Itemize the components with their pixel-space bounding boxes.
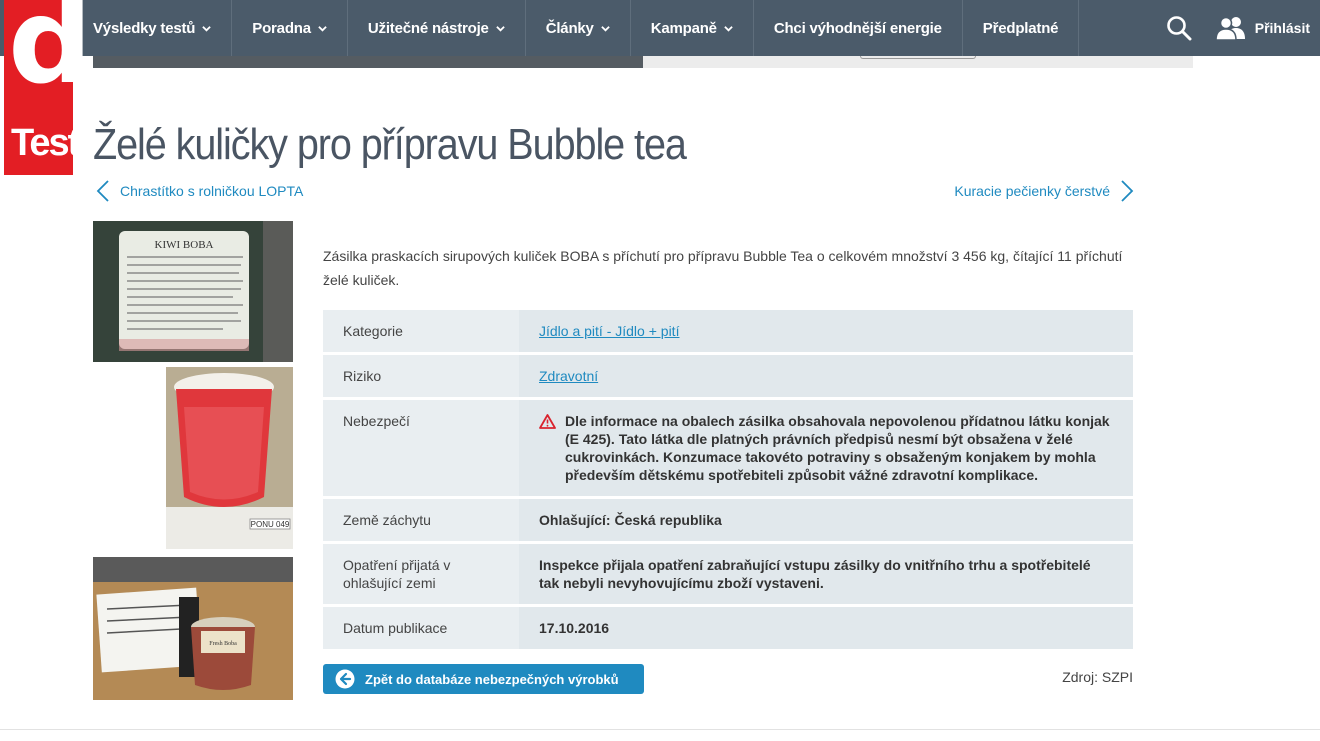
row-value: Zdravotní <box>519 355 1133 397</box>
back-to-database-button[interactable]: Zpět do databáze nebezpečných výrobků <box>323 664 644 694</box>
nav-item-label: Užitečné nástroje <box>367 19 489 37</box>
nav-item-label: Předplatné <box>982 19 1059 37</box>
row-datum-publikace: Datum publikace 17.10.2016 <box>323 607 1133 652</box>
page-title: Želé kuličky pro přípravu Bubble tea <box>93 120 687 169</box>
main-menu: Výsledky testů Poradna Užitečné nástroje… <box>73 0 1080 56</box>
back-button-label: Zpět do databáze nebezpečných výrobků <box>365 671 619 687</box>
product-description: Zásilka praskacích sirupových kuliček BO… <box>323 248 1123 288</box>
prev-product-link[interactable]: Chrastítko s rolničkou LOPTA <box>96 180 303 202</box>
banner-tab <box>860 56 976 59</box>
row-value: Dle informace na obalech zásilka obsahov… <box>519 400 1133 496</box>
nav-item-clanky[interactable]: Články <box>526 0 631 56</box>
top-navbar: Výsledky testů Poradna Užitečné nástroje… <box>0 0 1320 56</box>
jar-label-title: KIWI BOBA <box>155 239 214 251</box>
chevron-down-icon <box>318 25 327 32</box>
nav-item-label: Kampaně <box>650 19 717 37</box>
warning-icon <box>539 414 556 429</box>
logo-letter: d <box>8 0 92 110</box>
row-nebezpeci: Nebezpečí Dle informace na obalech zásil… <box>323 400 1133 499</box>
photo-jar-box: Fresh Boba <box>93 557 293 700</box>
row-value: 17.10.2016 <box>519 607 1133 649</box>
search-button[interactable] <box>1165 14 1193 42</box>
photo-jar-label: KIWI BOBA <box>93 221 293 362</box>
nav-item-label: Výsledky testů <box>93 19 196 37</box>
chevron-down-icon <box>202 25 212 32</box>
nav-item-poradna[interactable]: Poradna <box>232 0 348 56</box>
nav-item-kampane[interactable]: Kampaně <box>631 0 754 56</box>
logo-word: Test <box>11 122 80 164</box>
dtest-logo[interactable]: d Test <box>4 0 92 175</box>
footer-divider <box>0 729 1320 730</box>
next-product-link[interactable]: Kuracie pečienky čerstvé <box>954 180 1134 202</box>
chevron-down-icon <box>724 25 733 32</box>
danger-text: Dle informace na obalech zásilka obsahov… <box>565 413 1110 483</box>
nav-item-uzitecne-nastroje[interactable]: Užitečné nástroje <box>348 0 526 56</box>
row-value: Inspekce přijala opatření zabraňující vs… <box>519 544 1133 604</box>
chevron-down-icon <box>495 25 505 32</box>
arrow-left-circle-icon <box>335 669 355 689</box>
category-link[interactable]: Jídlo a pití - Jídlo + pití <box>539 323 679 339</box>
jar-tag: PONU 049 <box>251 520 290 529</box>
product-photo-3[interactable]: Fresh Boba <box>93 557 293 700</box>
nav-item-predplatne[interactable]: Předplatné <box>963 0 1080 56</box>
risk-link[interactable]: Zdravotní <box>539 368 598 384</box>
row-zeme-zachytu: Země záchytu Ohlašující: Česká republika <box>323 499 1133 544</box>
banner-strip-left <box>93 56 643 68</box>
nav-item-vysledky-testu[interactable]: Výsledky testů <box>73 0 233 56</box>
users-icon <box>1214 16 1245 40</box>
row-opatreni: Opatření přijatá v ohlašující zemi Inspe… <box>323 544 1133 607</box>
photo-red-jar: PONU 049 <box>166 367 293 549</box>
nav-item-label: Články <box>545 19 594 37</box>
jar-tag: Fresh Boba <box>209 641 237 647</box>
login-label: Přihlásit <box>1254 20 1310 36</box>
nav-actions: Přihlásit <box>1165 0 1310 56</box>
row-label: Opatření přijatá v ohlašující zemi <box>323 544 519 604</box>
nav-item-label: Poradna <box>252 19 311 37</box>
row-kategorie: Kategorie Jídlo a pití - Jídlo + pití <box>323 310 1133 355</box>
nav-item-label: Chci výhodnější energie <box>773 19 942 37</box>
banner-strip-right <box>643 56 1193 68</box>
search-icon <box>1166 16 1192 41</box>
row-label: Země záchytu <box>323 499 519 541</box>
row-label: Nebezpečí <box>323 400 519 496</box>
row-label: Kategorie <box>323 310 519 352</box>
nav-item-energie[interactable]: Chci výhodnější energie <box>754 0 963 56</box>
chevron-down-icon <box>600 25 610 32</box>
row-label: Datum publikace <box>323 607 519 649</box>
login-button[interactable]: Přihlásit <box>1214 16 1310 40</box>
source-text: Zdroj: SZPI <box>1062 669 1133 685</box>
prev-link-label: Chrastítko s rolničkou LOPTA <box>120 183 304 199</box>
next-link-label: Kuracie pečienky čerstvé <box>954 183 1110 199</box>
product-info-table: Kategorie Jídlo a pití - Jídlo + pití Ri… <box>323 310 1133 652</box>
row-label: Riziko <box>323 355 519 397</box>
chevron-right-icon <box>1121 180 1134 202</box>
product-photo-1[interactable]: KIWI BOBA <box>93 221 293 362</box>
product-photo-2[interactable]: PONU 049 <box>166 367 293 549</box>
chevron-left-icon <box>96 180 109 202</box>
row-value: Ohlašující: Česká republika <box>519 499 1133 541</box>
row-riziko: Riziko Zdravotní <box>323 355 1133 400</box>
row-value: Jídlo a pití - Jídlo + pití <box>519 310 1133 352</box>
danger-note: Dle informace na obalech zásilka obsahov… <box>539 412 1113 484</box>
